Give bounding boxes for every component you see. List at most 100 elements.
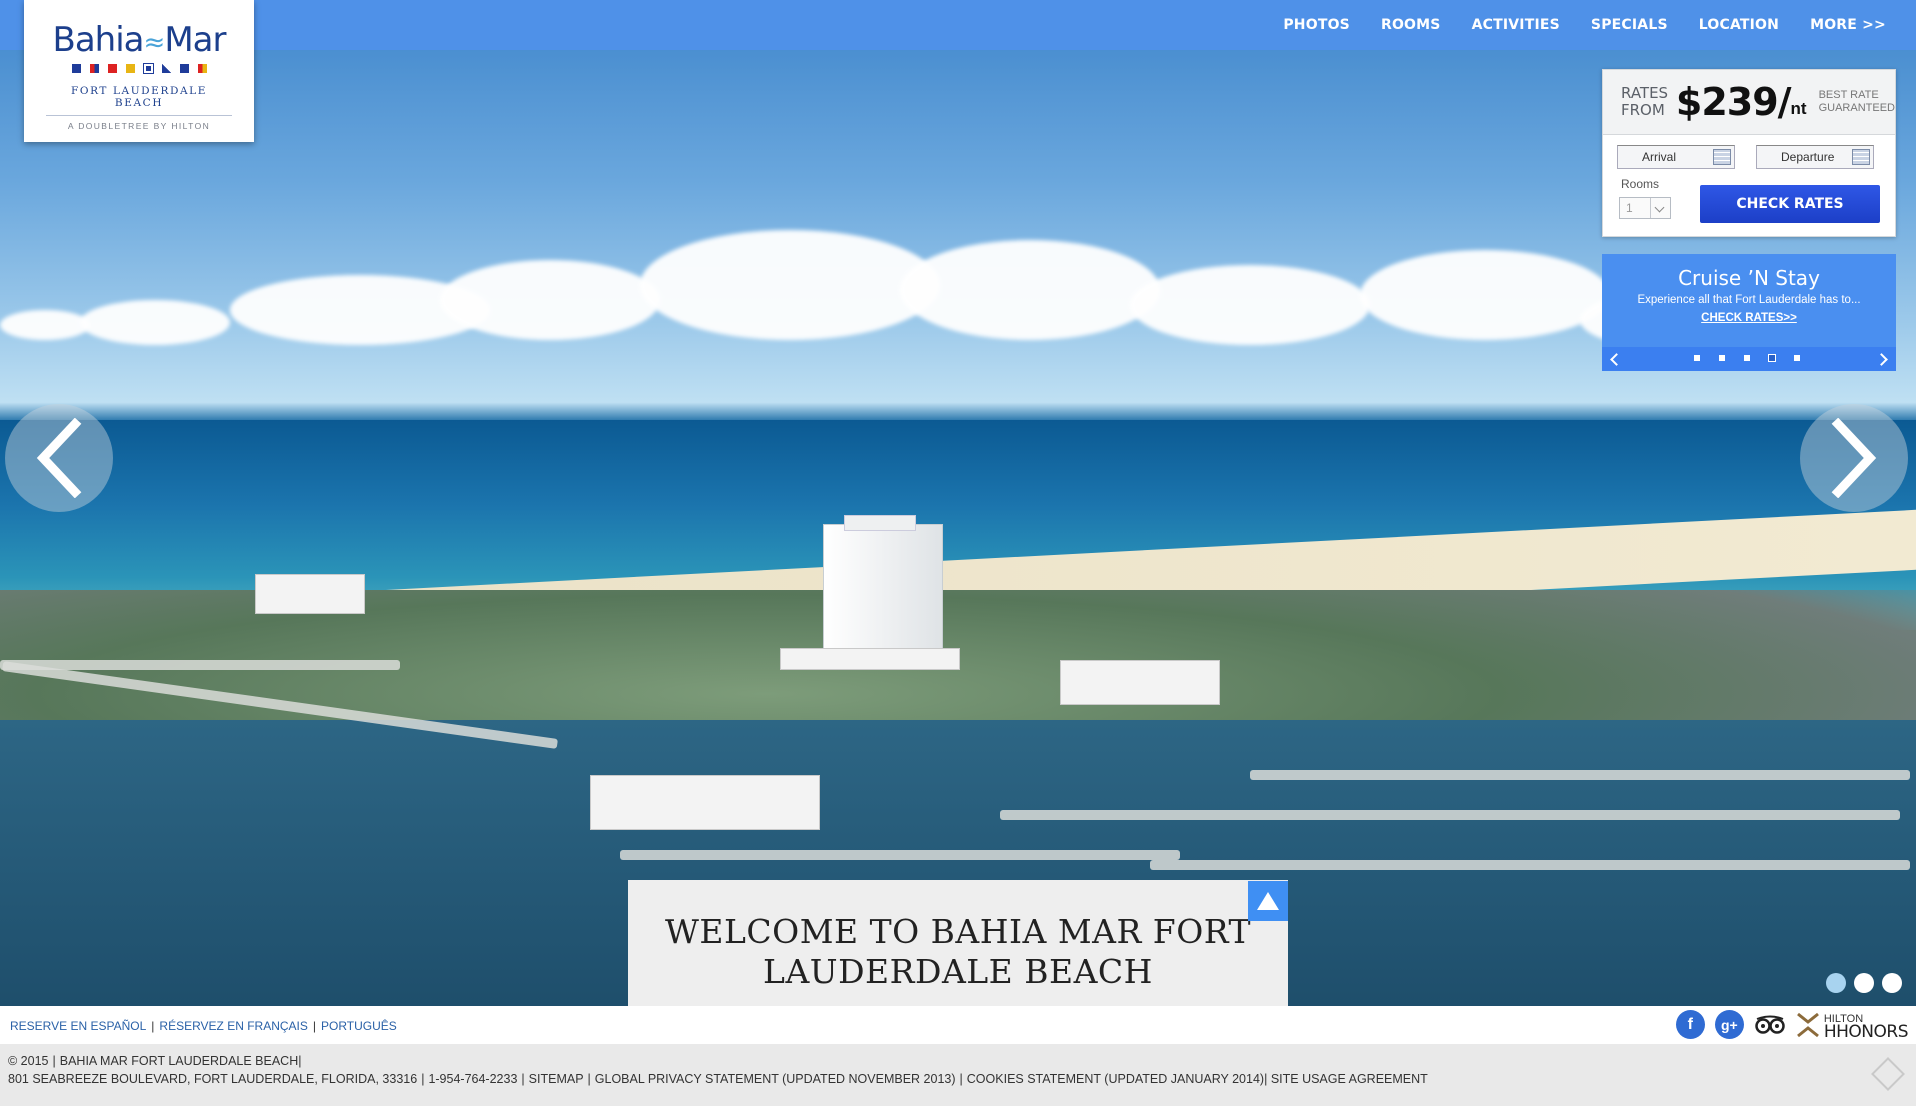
- footer-line2: 801 SEABREEZE BOULEVARD, FORT LAUDERDALE…: [8, 1072, 1428, 1086]
- cloud: [1360, 250, 1610, 340]
- googleplus-icon[interactable]: g+: [1714, 1010, 1744, 1039]
- welcome-heading: WELCOME TO BAHIA MAR FORT LAUDERDALE BEA…: [628, 912, 1288, 992]
- flag-icon: [179, 64, 189, 73]
- promo-carousel: Cruise ’N Stay Experience all that Fort …: [1602, 254, 1896, 371]
- copyright: © 2015: [8, 1054, 49, 1068]
- rooms-label: Rooms: [1621, 177, 1660, 191]
- lang-spanish-link[interactable]: RESERVE EN ESPAÑOL: [10, 1019, 146, 1033]
- nav-activities[interactable]: ACTIVITIES: [1472, 17, 1560, 33]
- building: [1060, 660, 1220, 705]
- welcome-panel: WELCOME TO BAHIA MAR FORT LAUDERDALE BEA…: [628, 880, 1288, 1006]
- calendar-icon[interactable]: [1713, 149, 1731, 165]
- promo-slide-dot[interactable]: [1769, 355, 1775, 361]
- rooms-select[interactable]: 1: [1619, 197, 1671, 219]
- rooms-value: 1: [1626, 201, 1633, 215]
- promo-slide-dot[interactable]: [1744, 355, 1750, 361]
- back-to-top-icon[interactable]: [1871, 1057, 1905, 1091]
- rates-line2: FROM: [1621, 101, 1665, 119]
- welcome-line2: LAUDERDALE BEACH: [763, 952, 1153, 991]
- lang-portuguese-link[interactable]: PORTUGUÊS: [321, 1019, 397, 1033]
- cookies-link[interactable]: COOKIES STATEMENT (UPDATED JANUARY 2014): [967, 1072, 1264, 1086]
- hero-slide-dot[interactable]: [1854, 973, 1874, 993]
- main-nav: PHOTOS ROOMS ACTIVITIES SPECIALS LOCATIO…: [1283, 0, 1886, 50]
- rates-line1: RATES: [1621, 84, 1669, 102]
- hero-prev-button[interactable]: [5, 404, 113, 512]
- promo-description: Experience all that Fort Lauderdale has …: [1637, 294, 1861, 306]
- hero-slide-dot[interactable]: [1882, 973, 1902, 993]
- rate-per-night: nt: [1790, 99, 1807, 118]
- booking-widget: RATES FROM $239/ nt BEST RATE GUARANTEED…: [1602, 69, 1896, 237]
- site-logo[interactable]: Bahia≈Mar FORT LAUDERDALE BEACH A DOUBLE…: [24, 0, 254, 142]
- nav-photos[interactable]: PHOTOS: [1283, 17, 1350, 33]
- chevron-left-icon: [36, 418, 82, 498]
- facebook-icon[interactable]: f: [1675, 1010, 1705, 1039]
- rate-price: $239/: [1675, 80, 1792, 124]
- logo-subtitle: FORT LAUDERDALE BEACH: [46, 85, 232, 116]
- flag-icon: [89, 64, 99, 73]
- signal-flags: [24, 63, 254, 74]
- promo-slide-dot[interactable]: [1719, 355, 1725, 361]
- nav-rooms[interactable]: ROOMS: [1381, 17, 1441, 33]
- hotel-tower: [823, 515, 943, 654]
- flag-icon: [125, 64, 135, 73]
- hhonors-big: HHONORS: [1823, 1021, 1909, 1042]
- building: [590, 775, 820, 830]
- building: [780, 648, 960, 670]
- flag-icon: [197, 64, 207, 73]
- hhonors-link[interactable]: HILTON HHONORS: [1796, 1011, 1909, 1042]
- language-links: RESERVE EN ESPAÑOL | RÉSERVEZ EN FRANÇAIS |…: [10, 1019, 397, 1033]
- usage-link[interactable]: SITE USAGE AGREEMENT: [1271, 1072, 1428, 1086]
- promo-title: Cruise ’N Stay: [1678, 266, 1820, 290]
- flag-icon: [142, 63, 154, 74]
- separator: |: [151, 1019, 155, 1033]
- arrival-date-field[interactable]: Arrival: [1617, 145, 1735, 169]
- nav-more[interactable]: MORE >>: [1810, 17, 1886, 33]
- hhonors-text: HILTON HHONORS: [1823, 1011, 1909, 1042]
- chevron-right-icon[interactable]: [1876, 351, 1890, 367]
- cloud: [1130, 265, 1370, 345]
- check-rates-button[interactable]: CHECK RATES: [1700, 185, 1880, 223]
- dock: [620, 850, 1180, 860]
- dock: [1000, 810, 1900, 820]
- chevron-right-icon: [1831, 418, 1877, 498]
- nav-location[interactable]: LOCATION: [1699, 17, 1779, 33]
- cloud: [440, 260, 660, 340]
- tripadvisor-icon[interactable]: [1754, 1010, 1786, 1039]
- footer-hotel-name: BAHIA MAR FORT LAUDERDALE BEACH: [59, 1054, 299, 1068]
- cloud: [640, 230, 940, 340]
- departure-placeholder: Departure: [1781, 150, 1835, 164]
- flag-icon: [107, 64, 117, 73]
- lang-french-link[interactable]: RÉSERVEZ EN FRANÇAIS: [159, 1019, 307, 1033]
- hero-slide-indicators: [1826, 973, 1902, 993]
- privacy-link[interactable]: GLOBAL PRIVACY STATEMENT (UPDATED NOVEMB…: [595, 1072, 956, 1086]
- best-line1: BEST RATE: [1818, 89, 1879, 101]
- flag-icon: [71, 64, 81, 73]
- calendar-icon[interactable]: [1852, 149, 1870, 165]
- hero-next-button[interactable]: [1800, 404, 1908, 512]
- arrival-placeholder: Arrival: [1642, 150, 1677, 164]
- logo-name-right: Mar: [164, 20, 226, 60]
- promo-slide-dot[interactable]: [1794, 355, 1800, 361]
- promo-slide-dot[interactable]: [1694, 355, 1700, 361]
- separator: |: [312, 1019, 317, 1033]
- cloud: [0, 310, 90, 340]
- scroll-up-icon[interactable]: [1248, 881, 1288, 921]
- footer: © 2015 | BAHIA MAR FORT LAUDERDALE BEACH| …: [0, 1044, 1916, 1106]
- nav-specials[interactable]: SPECIALS: [1591, 17, 1668, 33]
- dock: [0, 660, 400, 670]
- rate-row: RATES FROM $239/ nt BEST RATE GUARANTEED: [1603, 70, 1895, 135]
- departure-date-field[interactable]: Departure: [1756, 145, 1874, 169]
- dock: [1150, 860, 1910, 870]
- promo-nav: [1602, 347, 1896, 371]
- promo-check-rates-link[interactable]: CHECK RATES>>: [1701, 312, 1797, 324]
- sitemap-link[interactable]: SITEMAP: [529, 1072, 584, 1086]
- wave-icon: ≈: [143, 28, 166, 58]
- logo-name-left: Bahia: [52, 20, 145, 60]
- rates-from-label: RATES FROM: [1621, 85, 1676, 119]
- chevron-left-icon[interactable]: [1608, 351, 1622, 367]
- footer-phone: 1-954-764-2233: [428, 1072, 518, 1086]
- hero-slide-dot[interactable]: [1826, 973, 1846, 993]
- building: [255, 574, 365, 614]
- top-navigation-bar: PHOTOS ROOMS ACTIVITIES SPECIALS LOCATIO…: [0, 0, 1916, 50]
- cloud: [900, 240, 1160, 340]
